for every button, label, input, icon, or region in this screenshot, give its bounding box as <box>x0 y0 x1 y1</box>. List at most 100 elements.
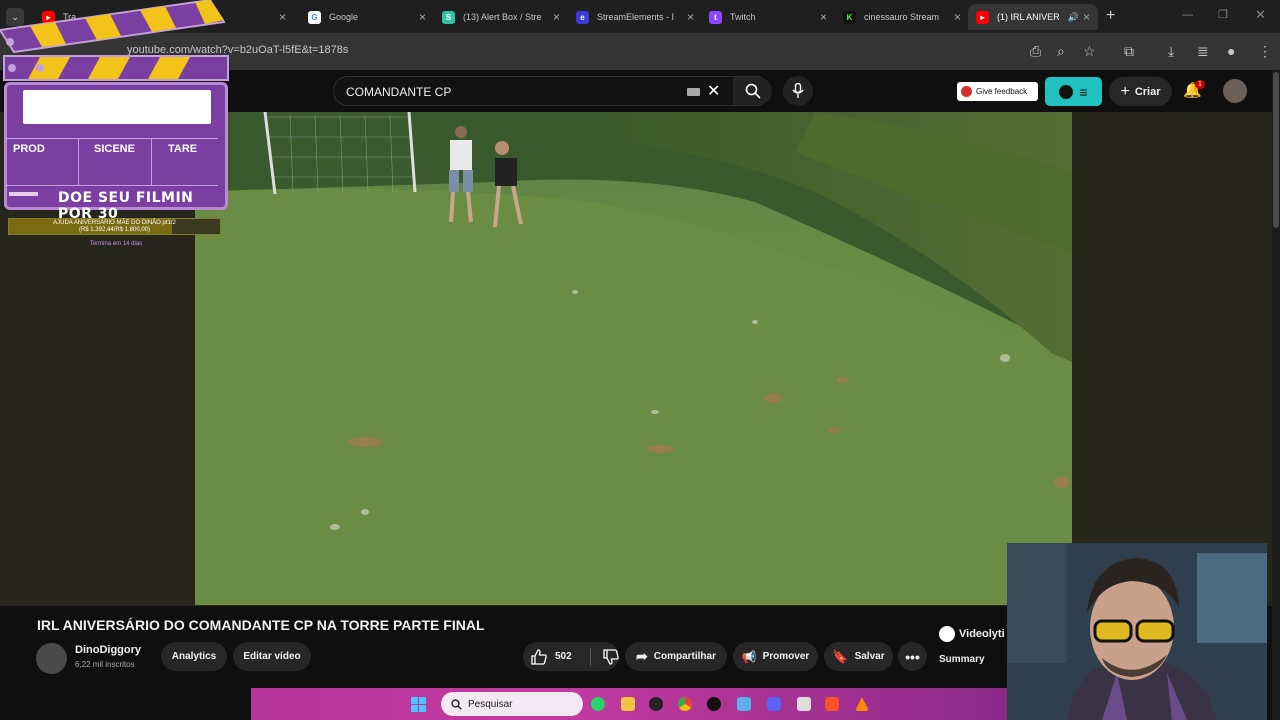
vlc-icon[interactable] <box>855 697 869 711</box>
streamlabs-icon: S <box>442 10 455 24</box>
analytics-button[interactable]: Analytics <box>161 642 227 671</box>
videolytics-panel[interactable]: Videolyti Summary <box>939 626 1009 686</box>
close-tab-icon[interactable]: × <box>687 10 694 24</box>
donation-goal-deadline: Termina em 14 dias <box>89 241 143 247</box>
search-box[interactable]: COMANDANTE CP ✕ <box>333 76 772 106</box>
thumbs-up-icon <box>531 648 547 665</box>
google-icon: G <box>308 10 321 24</box>
keyboard-icon[interactable] <box>687 88 700 96</box>
streamelements-icon: e <box>576 10 589 24</box>
whatsapp-icon[interactable] <box>591 697 605 711</box>
browser-tab[interactable]: S (13) Alert Box / Stre × <box>434 4 568 30</box>
channel-avatar[interactable] <box>36 643 67 674</box>
restore-button[interactable]: ❐ <box>1218 8 1228 21</box>
extensions-icon[interactable]: ⧉ <box>1124 43 1134 60</box>
clapperboard-label: PROD <box>13 143 45 155</box>
thumbs-down-icon[interactable] <box>603 648 619 665</box>
voice-search-button[interactable] <box>783 76 813 106</box>
browser-tab[interactable]: K cinessauro Stream × <box>835 4 969 30</box>
close-tab-icon[interactable]: × <box>820 10 827 24</box>
videolytics-button[interactable]: ≡ <box>1045 77 1102 106</box>
clapperboard-divider <box>78 139 79 185</box>
clapperboard-divider <box>6 138 218 139</box>
more-horiz-icon: ••• <box>905 648 920 665</box>
profile-icon[interactable]: ● <box>1227 43 1235 59</box>
close-tab-icon[interactable]: × <box>954 10 961 24</box>
youtube-icon: ▸ <box>976 10 989 24</box>
share-icon: ➦ <box>636 648 648 664</box>
search-button[interactable] <box>733 77 772 105</box>
subscriber-count: 6,22 mil inscritos <box>75 660 135 669</box>
brave-icon[interactable] <box>825 697 839 711</box>
new-tab-button[interactable]: + <box>1106 7 1115 25</box>
microphone-icon <box>792 83 804 98</box>
app-icon[interactable] <box>797 697 811 711</box>
close-tab-icon[interactable]: × <box>419 10 426 24</box>
kick-icon: K <box>843 10 856 24</box>
media-control-icon[interactable]: ≣ <box>1197 43 1209 60</box>
create-button[interactable]: + Criar <box>1109 77 1172 106</box>
channel-name[interactable]: DinoDiggory <box>75 644 141 656</box>
browser-tab-active[interactable]: ▸ (1) IRL ANIVER 🔊 × <box>968 4 1098 30</box>
clapperboard-divider <box>151 139 152 185</box>
search-icon <box>451 698 462 710</box>
clapperboard-label: TARE <box>168 143 198 155</box>
edit-video-button[interactable]: Editar vídeo <box>233 642 311 671</box>
save-button[interactable]: 🔖 Salvar <box>824 642 893 671</box>
scrollbar-thumb[interactable] <box>1273 72 1279 228</box>
stream-donation-overlay: PROD SICENE TARE DOE SEU FILMIN POR 30 A… <box>0 0 232 250</box>
windows-taskbar: Pesquisar <box>251 688 1007 720</box>
promote-button[interactable]: 📢 Promover <box>733 642 818 671</box>
streamer-webcam <box>1007 543 1267 720</box>
page-scrollbar[interactable] <box>1272 70 1280 720</box>
twitch-icon: t <box>709 10 722 24</box>
speaker-icon[interactable]: 🔊 <box>1068 12 1079 23</box>
close-tab-icon[interactable]: × <box>279 10 286 24</box>
notepad-icon[interactable] <box>737 697 751 711</box>
close-tab-icon[interactable]: × <box>1083 10 1090 24</box>
menu-kebab-icon[interactable]: ⋮ <box>1258 43 1272 60</box>
browser-tab[interactable]: e StreamElements - I × <box>568 4 702 30</box>
install-app-icon[interactable]: ⎙ <box>1030 43 1041 60</box>
close-window-button[interactable]: ✕ <box>1255 7 1266 23</box>
give-feedback-button[interactable]: Give feedback <box>957 82 1038 101</box>
minimize-button[interactable]: — <box>1182 9 1193 21</box>
media-player-icon[interactable] <box>707 697 721 711</box>
like-dislike-group: 502 <box>523 642 619 671</box>
search-input[interactable]: COMANDANTE CP <box>346 85 451 99</box>
browser-tab[interactable]: t Twitch × <box>701 4 835 30</box>
clapperboard-stripe <box>9 192 38 196</box>
videolytics-logo-icon <box>939 626 955 642</box>
like-button[interactable]: 502 <box>531 648 572 665</box>
clapperboard-top-icon <box>0 0 229 81</box>
discord-icon[interactable] <box>767 697 781 711</box>
clapperboard-label: SICENE <box>94 143 135 155</box>
videolytics-logo-icon <box>1059 84 1074 99</box>
download-icon[interactable]: ⤓ <box>1168 43 1174 60</box>
webcam-image <box>1007 543 1267 720</box>
plus-icon: + <box>1120 82 1130 100</box>
video-frame[interactable] <box>195 112 1072 605</box>
hamburger-icon: ≡ <box>1079 83 1088 100</box>
chrome-icon[interactable] <box>678 697 692 711</box>
clapperboard-title-box <box>23 90 211 124</box>
clear-search-icon[interactable]: ✕ <box>707 81 720 101</box>
taskbar-search-box[interactable]: Pesquisar <box>441 692 583 716</box>
donation-goal-bar: AJUDA ANIVERSÁRIO MÃE DO DINÃO pt1/2 (R$… <box>8 218 221 235</box>
obs-icon[interactable] <box>649 697 663 711</box>
browser-tab[interactable]: G Google × <box>300 4 434 30</box>
zoom-icon[interactable]: ⌕ <box>1057 43 1065 60</box>
donation-goal-amount: (R$ 1.392,44/R$ 1.800,00) <box>78 227 151 233</box>
summary-tab[interactable]: Summary <box>939 654 1009 665</box>
more-actions-button[interactable]: ••• <box>898 642 927 671</box>
bookmark-icon: 🔖 <box>832 648 849 664</box>
share-button[interactable]: ➦ Compartilhar <box>625 642 727 671</box>
bookmark-star-icon[interactable]: ☆ <box>1083 43 1096 60</box>
clapperboard-divider <box>6 185 218 186</box>
account-avatar[interactable] <box>1223 79 1247 103</box>
video-title: IRL ANIVERSÁRIO DO COMANDANTE CP NA TORR… <box>37 617 485 633</box>
file-explorer-icon[interactable] <box>621 697 635 711</box>
windows-start-icon[interactable] <box>411 697 426 712</box>
close-tab-icon[interactable]: × <box>553 10 560 24</box>
like-count: 502 <box>555 651 572 662</box>
